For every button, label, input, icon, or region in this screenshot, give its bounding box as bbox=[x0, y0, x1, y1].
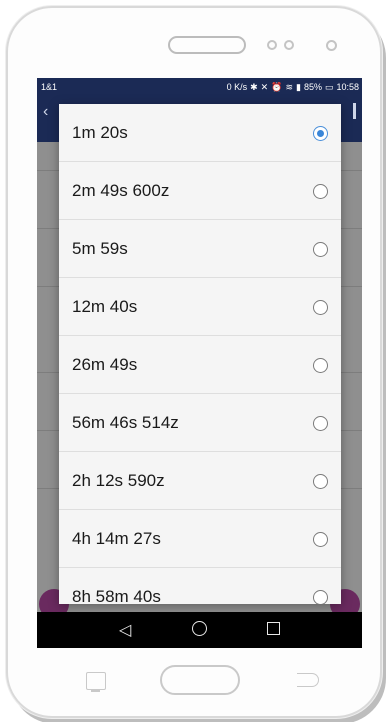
proximity-sensor bbox=[267, 40, 277, 50]
hardware-recents-icon[interactable] bbox=[86, 672, 106, 692]
radio-unselected-icon[interactable] bbox=[313, 474, 328, 489]
duration-picker-dialog: 1m 20s 2m 49s 600z 5m 59s 12m 40s 26m 49… bbox=[59, 104, 341, 604]
option-label: 26m 49s bbox=[72, 355, 138, 374]
nav-home-icon[interactable] bbox=[192, 621, 207, 636]
option-label: 1m 20s bbox=[72, 123, 128, 142]
option-label: 56m 46s 514z bbox=[72, 413, 179, 432]
option-label: 4h 14m 27s bbox=[72, 529, 161, 548]
option-item[interactable]: 2m 49s 600z bbox=[59, 162, 341, 220]
radio-unselected-icon[interactable] bbox=[313, 300, 328, 315]
option-item[interactable]: 1m 20s bbox=[59, 104, 341, 162]
option-item[interactable]: 8h 58m 40s bbox=[59, 568, 341, 604]
light-sensor bbox=[284, 40, 294, 50]
option-label: 12m 40s bbox=[72, 297, 138, 316]
battery-level: 85% bbox=[303, 82, 322, 92]
option-label: 5m 59s bbox=[72, 239, 128, 258]
nav-recents-icon[interactable] bbox=[267, 622, 280, 635]
network-speed: 0 K/s bbox=[226, 82, 248, 92]
nav-back-icon[interactable]: ◁ bbox=[119, 620, 131, 640]
radio-unselected-icon[interactable] bbox=[313, 590, 328, 604]
option-item[interactable]: 12m 40s bbox=[59, 278, 341, 336]
radio-unselected-icon[interactable] bbox=[313, 184, 328, 199]
speaker-grille bbox=[168, 36, 246, 54]
wifi-icon: ≋ bbox=[285, 82, 293, 92]
hardware-back-icon[interactable] bbox=[297, 673, 319, 687]
radio-unselected-icon[interactable] bbox=[313, 532, 328, 547]
toolbar-action-icon[interactable] bbox=[353, 103, 356, 119]
mute-icon: ✕ bbox=[260, 82, 269, 92]
option-item[interactable]: 26m 49s bbox=[59, 336, 341, 394]
hardware-home-button[interactable] bbox=[160, 665, 240, 695]
option-item[interactable]: 4h 14m 27s bbox=[59, 510, 341, 568]
navigation-bar: ◁ bbox=[37, 612, 362, 648]
status-right-group: 0 K/s ✱ ✕ ⏰ ≋ ▮ 85% ▭ 10:58 bbox=[227, 78, 359, 97]
option-item[interactable]: 56m 46s 514z bbox=[59, 394, 341, 452]
front-camera bbox=[326, 40, 337, 51]
clock: 10:58 bbox=[336, 82, 359, 92]
option-item[interactable]: 5m 59s bbox=[59, 220, 341, 278]
battery-icon: ▭ bbox=[324, 82, 334, 92]
bluetooth-icon: ✱ bbox=[250, 82, 258, 92]
radio-selected-icon[interactable] bbox=[313, 126, 328, 141]
status-bar: 1&1 0 K/s ✱ ✕ ⏰ ≋ ▮ 85% ▭ 10:58 bbox=[37, 78, 362, 97]
alarm-icon: ⏰ bbox=[271, 82, 283, 92]
signal-icon: ▮ bbox=[295, 82, 301, 92]
option-label: 8h 58m 40s bbox=[72, 587, 161, 604]
option-label: 2h 12s 590z bbox=[72, 471, 165, 490]
carrier-label: 1&1 bbox=[41, 82, 58, 92]
radio-unselected-icon[interactable] bbox=[313, 242, 328, 257]
back-arrow-icon[interactable]: ‹ bbox=[43, 103, 48, 121]
radio-unselected-icon[interactable] bbox=[313, 416, 328, 431]
option-item[interactable]: 2h 12s 590z bbox=[59, 452, 341, 510]
option-label: 2m 49s 600z bbox=[72, 181, 170, 200]
radio-unselected-icon[interactable] bbox=[313, 358, 328, 373]
device-screen: 1&1 0 K/s ✱ ✕ ⏰ ≋ ▮ 85% ▭ 10:58 ‹ 1m 20s bbox=[37, 78, 362, 648]
